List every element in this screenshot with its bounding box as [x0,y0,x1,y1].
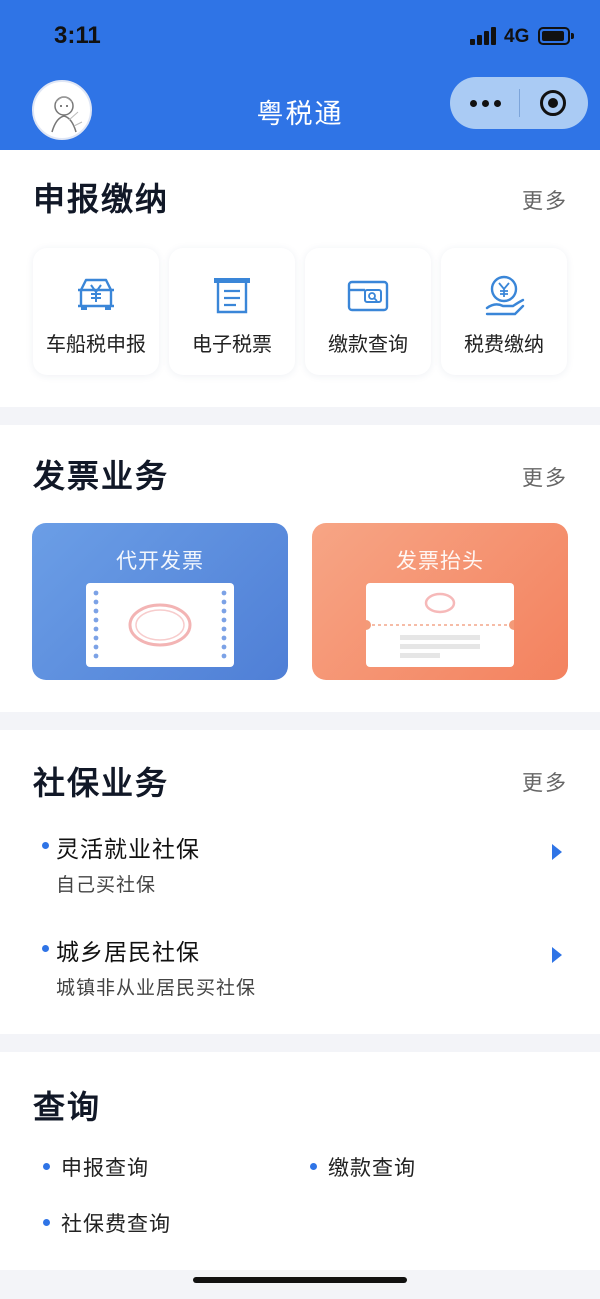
section-title: 申报缴纳 [33,180,170,218]
section-title: 发票业务 [33,457,170,495]
more-link[interactable]: 更多 [522,462,568,492]
mini-program-capsule [450,77,588,129]
wallet-search-icon [347,280,389,312]
receipt-icon [214,278,250,314]
query-social-fee[interactable]: 社保费查询 [43,1208,243,1240]
invoice-section: 发票业务 更多 代开发票 发票抬头 [0,425,600,712]
bullet-icon [43,1163,50,1170]
hand-coin-icon [485,275,525,316]
bullet-icon [310,1163,317,1170]
more-menu-button[interactable] [450,77,519,129]
network-type: 4G [504,26,530,47]
section-title: 社保业务 [33,764,170,802]
query-label: 申报查询 [61,1156,149,1180]
status-time: 3:11 [54,22,101,49]
car-yuan-icon [78,278,114,310]
section-title: 查询 [33,1088,102,1126]
service-label: 税费缴纳 [464,332,544,356]
service-label: 缴款查询 [328,332,408,356]
list-item-subtitle: 城镇非从业居民买社保 [56,977,257,999]
more-link[interactable]: 更多 [522,185,568,215]
invoice-header-card[interactable]: 发票抬头 [312,523,568,680]
list-item-title: 城乡居民社保 [56,940,200,966]
invoice-issue-card[interactable]: 代开发票 [32,523,288,680]
chevron-right-icon [552,947,562,963]
list-item-urban-rural[interactable]: 城乡居民社保 城镇非从业居民买社保 [42,933,562,1013]
bullet-icon [42,945,49,952]
invoice-ticket-icon [86,583,234,667]
bullet-icon [43,1219,50,1226]
service-tax-payment[interactable]: 税费缴纳 [441,248,567,375]
service-car-tax[interactable]: 车船税申报 [33,248,159,375]
invoice-card-label: 代开发票 [116,549,204,573]
dot-icon [482,100,489,107]
list-item-title: 灵活就业社保 [56,837,200,863]
list-item-subtitle: 自己买社保 [56,874,157,896]
close-mini-program-button[interactable] [519,77,588,129]
service-label: 电子税票 [192,332,272,356]
dot-icon [470,100,477,107]
more-link[interactable]: 更多 [522,767,568,797]
target-icon [540,90,566,116]
list-item-flexible-employment[interactable]: 灵活就业社保 自己买社保 [42,830,562,910]
declare-section: 申报缴纳 更多 车船税申报 电子税票 缴款查询 税费缴纳 [0,150,600,407]
invoice-header-icon [361,583,519,667]
query-label: 社保费查询 [61,1212,171,1236]
invoice-card-label: 发票抬头 [396,549,484,573]
social-security-section: 社保业务 更多 灵活就业社保 自己买社保 城乡居民社保 城镇非从业居民买社保 [0,730,600,1034]
service-payment-query[interactable]: 缴款查询 [305,248,431,375]
battery-icon [538,27,574,45]
query-label: 缴款查询 [328,1156,416,1180]
header-bar: 3:11 4G 粤税通 [0,0,600,150]
query-payment[interactable]: 缴款查询 [310,1152,510,1184]
chevron-right-icon [552,844,562,860]
query-declare[interactable]: 申报查询 [43,1152,243,1184]
bullet-icon [42,842,49,849]
service-e-ticket[interactable]: 电子税票 [169,248,295,375]
service-label: 车船税申报 [46,332,146,356]
signal-icon [470,27,498,45]
dot-icon [494,100,501,107]
home-indicator[interactable] [193,1277,407,1283]
query-section: 查询 申报查询 缴款查询 社保费查询 [0,1052,600,1270]
